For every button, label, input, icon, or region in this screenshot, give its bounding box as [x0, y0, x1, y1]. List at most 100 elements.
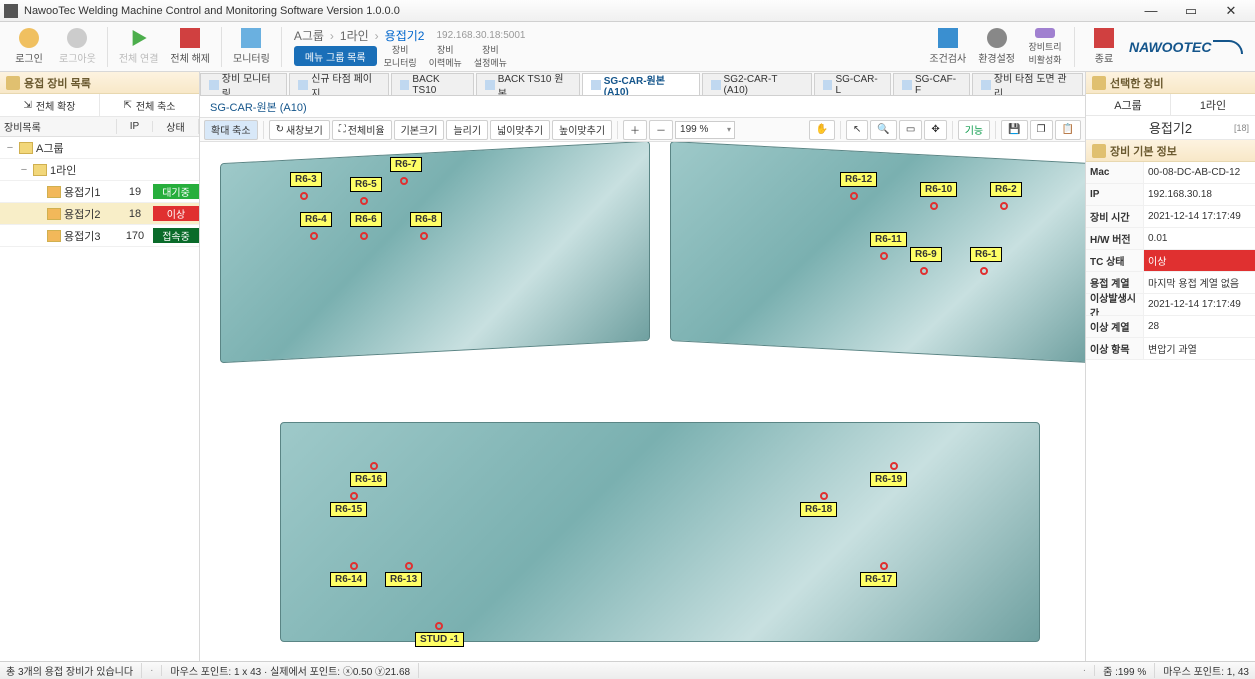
status-mouse-point-2: 마우스 포인트: 1, 43: [1163, 663, 1249, 678]
equipment-list-header: 용접 장비 목록: [0, 72, 199, 94]
col-state[interactable]: 상태: [153, 119, 199, 134]
status-bar: 총 3개의 용접 장비가 있습니다 · 마우스 포인트: 1 x 43 · 실제…: [0, 661, 1255, 679]
connect-all-button[interactable]: 전체 연결: [114, 25, 164, 69]
tree-deactivate-button[interactable]: 장비트리 비활성화: [1022, 25, 1068, 69]
weld-point-marker[interactable]: R6-16: [350, 472, 387, 487]
fit-height-button[interactable]: 높이맞추기: [552, 120, 612, 140]
fit-ratio-button[interactable]: ⛶전체비율: [332, 120, 392, 140]
tab[interactable]: BACK TS10: [391, 73, 474, 95]
weld-point-marker[interactable]: R6-1: [970, 247, 1002, 262]
weld-point-marker[interactable]: R6-4: [300, 212, 332, 227]
copy-button[interactable]: ❐: [1030, 120, 1053, 140]
status-mouse-point: 마우스 포인트: 1 x 43 · 실제에서 포인트: ⓧ0.50 ⓨ21.68: [170, 663, 419, 678]
equip-settings-button[interactable]: 장비 설정메뉴: [469, 46, 512, 66]
selected-line: 1라인: [1171, 94, 1255, 115]
menu-group-list-button[interactable]: 메뉴 그룹 목록: [294, 46, 377, 66]
paste-button[interactable]: 📋: [1055, 120, 1081, 140]
refresh-icon: ↻: [276, 124, 284, 135]
refresh-button[interactable]: ↻새창보기: [269, 120, 330, 140]
tree-equipment-row[interactable]: 용접기218이상: [0, 203, 199, 225]
tab[interactable]: 장비 타점 도면 관리: [972, 73, 1083, 95]
minimize-button[interactable]: —: [1131, 1, 1171, 21]
chevron-icon: ›: [375, 29, 379, 43]
zoom-in-button[interactable]: ＋: [623, 120, 647, 140]
disconnect-all-button[interactable]: 전체 해제: [165, 25, 215, 69]
gear-icon: [987, 28, 1007, 48]
tab[interactable]: 장비 모니터링: [200, 73, 287, 95]
collapse-toggle-icon[interactable]: −: [18, 164, 30, 176]
exit-button[interactable]: 종료: [1081, 25, 1127, 69]
tab-icon: [823, 80, 833, 90]
tab-icon: [711, 80, 721, 90]
tree-group-row[interactable]: −A그룹: [0, 137, 199, 159]
selected-equipment-name: 용접기2[18]: [1086, 116, 1255, 140]
paste-icon: 📋: [1062, 124, 1074, 135]
tree-equipment-row[interactable]: 용접기119대기중: [0, 181, 199, 203]
equip-history-button[interactable]: 장비 이력메뉴: [424, 46, 467, 66]
tab[interactable]: SG2-CAR-T (A10): [702, 73, 812, 95]
pointer-tool-button[interactable]: ↖: [846, 120, 868, 140]
equip-monitoring-button[interactable]: 장비 모니터링: [379, 46, 422, 66]
login-button[interactable]: 로그인: [6, 25, 52, 69]
breadcrumb-line[interactable]: 1라인: [340, 27, 369, 44]
weld-point-marker[interactable]: R6-18: [800, 502, 837, 517]
document-tabs: 장비 모니터링신규 타점 페이지BACK TS10BACK TS10 원본SG-…: [200, 72, 1085, 96]
weld-point-marker[interactable]: R6-5: [350, 177, 382, 192]
tab[interactable]: 신규 타점 페이지: [289, 73, 388, 95]
weld-point-marker[interactable]: R6-9: [910, 247, 942, 262]
collapse-toggle-icon[interactable]: −: [4, 142, 16, 154]
close-icon: [1094, 28, 1114, 48]
weld-point-marker[interactable]: R6-6: [350, 212, 382, 227]
tab-icon: [298, 80, 308, 90]
weld-point-marker[interactable]: R6-7: [390, 157, 422, 172]
close-window-button[interactable]: ✕: [1211, 1, 1251, 21]
shrink-button[interactable]: 확대 축소: [204, 120, 258, 140]
expand-all-button[interactable]: ⇲전체 확장: [0, 94, 100, 116]
condition-check-button[interactable]: 조건검사: [924, 25, 971, 69]
drawing-canvas[interactable]: R6-3 R6-7 R6-5 R6-4 R6-6 R6-8 R6-12 R6-10 R6-2 R6…: [200, 142, 1085, 661]
select-tool-button[interactable]: ▭: [899, 120, 922, 140]
zoom-out-button[interactable]: －: [649, 120, 673, 140]
tab[interactable]: SG-CAF-F: [893, 73, 970, 95]
weld-point-marker[interactable]: R6-17: [860, 572, 897, 587]
equipment-tree[interactable]: −A그룹 −1라인 용접기119대기중용접기218이상용접기3170접속중: [0, 137, 199, 661]
logo: NAWOOTEC: [1129, 32, 1249, 62]
weld-point-marker[interactable]: STUD -1: [415, 632, 464, 647]
breadcrumb-group[interactable]: A그룹: [294, 27, 324, 44]
weld-point-marker[interactable]: R6-8: [410, 212, 442, 227]
tab[interactable]: BACK TS10 원본: [476, 73, 580, 95]
weld-point-marker[interactable]: R6-15: [330, 502, 367, 517]
selected-equipment-panel: 선택한 장비 A그룹 1라인 용접기2[18] 장비 기본 정보 Mac00-0…: [1085, 72, 1255, 661]
status-zoom: 줌 :199 %: [1103, 663, 1155, 678]
monitor-icon: [241, 28, 261, 48]
weld-point-marker[interactable]: R6-3: [290, 172, 322, 187]
weld-point-marker[interactable]: R6-2: [990, 182, 1022, 197]
tab[interactable]: SG-CAR-L: [814, 73, 891, 95]
weld-point-marker[interactable]: R6-10: [920, 182, 957, 197]
weld-point-marker[interactable]: R6-13: [385, 572, 422, 587]
fit-width-button[interactable]: 넓이맞추기: [490, 120, 550, 140]
function-button[interactable]: 기능: [958, 120, 990, 140]
zoom-tool-button[interactable]: 🔍: [870, 120, 896, 140]
zoom-dropdown[interactable]: 199 %: [675, 121, 735, 139]
move-tool-button[interactable]: ✥: [924, 120, 946, 140]
env-settings-button[interactable]: 환경설정: [973, 25, 1020, 69]
col-ip[interactable]: IP: [117, 121, 153, 132]
logout-button[interactable]: 로그아웃: [54, 25, 101, 69]
weld-point-marker[interactable]: R6-12: [840, 172, 877, 187]
collapse-all-button[interactable]: ⇱전체 축소: [100, 94, 199, 116]
tab[interactable]: SG-CAR-원본 (A10): [582, 73, 700, 95]
monitoring-button[interactable]: 모니터링: [228, 25, 275, 69]
maximize-button[interactable]: ▭: [1171, 1, 1211, 21]
weld-point-marker[interactable]: R6-19: [870, 472, 907, 487]
col-name[interactable]: 장비목록: [0, 119, 117, 134]
enlarge-button[interactable]: 늘리기: [446, 120, 488, 140]
breadcrumb-machine[interactable]: 용접기2: [385, 27, 425, 44]
save-button[interactable]: 💾: [1001, 120, 1027, 140]
original-size-button[interactable]: 기본크기: [394, 120, 445, 140]
weld-point-marker[interactable]: R6-14: [330, 572, 367, 587]
tree-line-row[interactable]: −1라인: [0, 159, 199, 181]
tree-equipment-row[interactable]: 용접기3170접속중: [0, 225, 199, 247]
hand-tool-button[interactable]: ✋: [809, 120, 835, 140]
weld-point-marker[interactable]: R6-11: [870, 232, 907, 247]
